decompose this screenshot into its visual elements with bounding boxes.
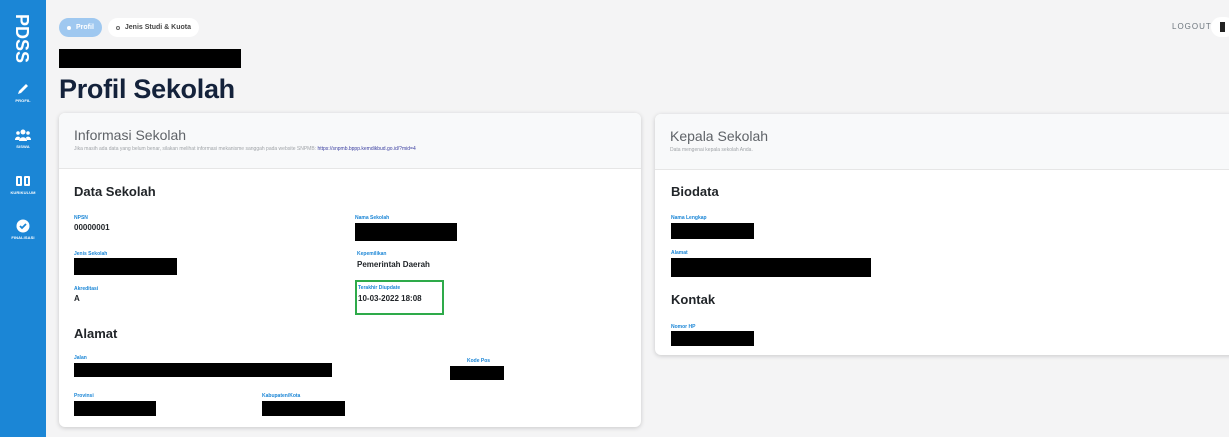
pencil-icon — [18, 84, 28, 94]
info-card-subtitle-text: Jika masih ada data yang belum benar, si… — [74, 146, 318, 152]
redacted-jenis-sekolah — [74, 258, 177, 275]
redacted-alamat-kepala — [671, 258, 871, 277]
book-icon — [16, 176, 30, 186]
redacted-nama-sekolah — [355, 223, 457, 241]
redacted-school-name — [59, 49, 241, 68]
kabupaten-kota-label: Kabupaten/Kota — [262, 393, 301, 399]
sidebar-item-label: FINALISASI — [11, 235, 35, 240]
kontak-heading: Kontak — [671, 292, 716, 307]
sidebar: PDSS PROFIL SISWA KURIKULUM FINALISASI — [0, 0, 46, 437]
sidebar-item-finalisasi[interactable]: FINALISASI — [0, 219, 46, 240]
kepala-card-subtitle: Data mengenai kepala sekolah Anda. — [670, 147, 753, 153]
kode-pos-label: Kode Pos — [467, 358, 491, 364]
redacted-kode-pos — [450, 366, 504, 380]
check-circle-icon — [16, 219, 30, 233]
tab-profil[interactable]: Profil — [59, 18, 102, 37]
sidebar-item-profil[interactable]: PROFIL — [0, 82, 46, 103]
page-title: Profil Sekolah — [59, 74, 235, 104]
redacted-nama-lengkap — [671, 223, 754, 239]
info-card-subtitle: Jika masih ada data yang belum benar, si… — [74, 146, 416, 152]
kepemilikan-label: Kepemilikan — [357, 251, 387, 257]
logout-link[interactable]: LOGOUT — [1172, 22, 1212, 31]
sidebar-item-label: SISWA — [16, 144, 30, 149]
active-dot-icon — [67, 25, 71, 30]
redacted-nomor-hp — [671, 331, 754, 346]
brand-logo[interactable]: PDSS — [7, 12, 39, 68]
akreditasi-label: Akreditasi — [74, 286, 99, 292]
sidebar-item-label: PROFIL — [15, 98, 31, 103]
data-sekolah-heading: Data Sekolah — [74, 184, 156, 199]
snpmb-link[interactable]: https://snpmb.bppp.kemdikbud.go.id/?mid=… — [317, 146, 415, 152]
top-tabs: Profil Jenis Studi & Kuota — [59, 18, 200, 38]
logout-button[interactable] — [1211, 17, 1229, 37]
inactive-dot-icon — [115, 25, 120, 30]
npsn-label: NPSN — [74, 215, 88, 221]
tab-label: Profil — [76, 24, 94, 31]
sidebar-item-kurikulum[interactable]: KURIKULUM — [0, 174, 46, 195]
akreditasi-value: A — [74, 294, 80, 303]
tab-label: Jenis Studi & Kuota — [124, 24, 192, 31]
users-icon — [15, 129, 31, 141]
terakhir-diupdate-value: 10-03-2022 18:08 — [358, 294, 422, 303]
redacted-jalan — [74, 363, 332, 377]
terakhir-diupdate-label: Terakhir Diupdate — [358, 285, 401, 291]
kepemilikan-value: Pemerintah Daerah — [357, 260, 430, 269]
jenis-sekolah-label: Jenis Sekolah — [74, 251, 108, 257]
nomor-hp-label: Nomor HP — [671, 324, 696, 330]
nama-lengkap-label: Nama Lengkap — [671, 215, 707, 221]
redacted-provinsi — [74, 401, 156, 416]
brand-text: PDSS — [12, 14, 32, 63]
sidebar-item-label: KURIKULUM — [10, 190, 36, 195]
biodata-heading: Biodata — [671, 184, 719, 199]
sidebar-item-siswa[interactable]: SISWA — [0, 128, 46, 149]
npsn-value: 00000001 — [74, 223, 110, 232]
info-card-title: Informasi Sekolah — [74, 127, 187, 143]
alamat-heading: Alamat — [74, 326, 118, 341]
redacted-kabupaten-kota — [262, 401, 345, 416]
nama-sekolah-label: Nama Sekolah — [355, 215, 390, 221]
tab-jenis-studi-kuota[interactable]: Jenis Studi & Kuota — [107, 18, 200, 37]
kepala-card-title: Kepala Sekolah — [670, 128, 769, 144]
jalan-label: Jalan — [74, 355, 87, 361]
info-card-header: Informasi Sekolah Jika masih ada data ya… — [59, 113, 641, 169]
kepala-card-header: Kepala Sekolah Data mengenai kepala seko… — [655, 114, 1229, 170]
provinsi-label: Provinsi — [74, 393, 94, 399]
alamat-kepala-label: Alamat — [671, 250, 688, 256]
